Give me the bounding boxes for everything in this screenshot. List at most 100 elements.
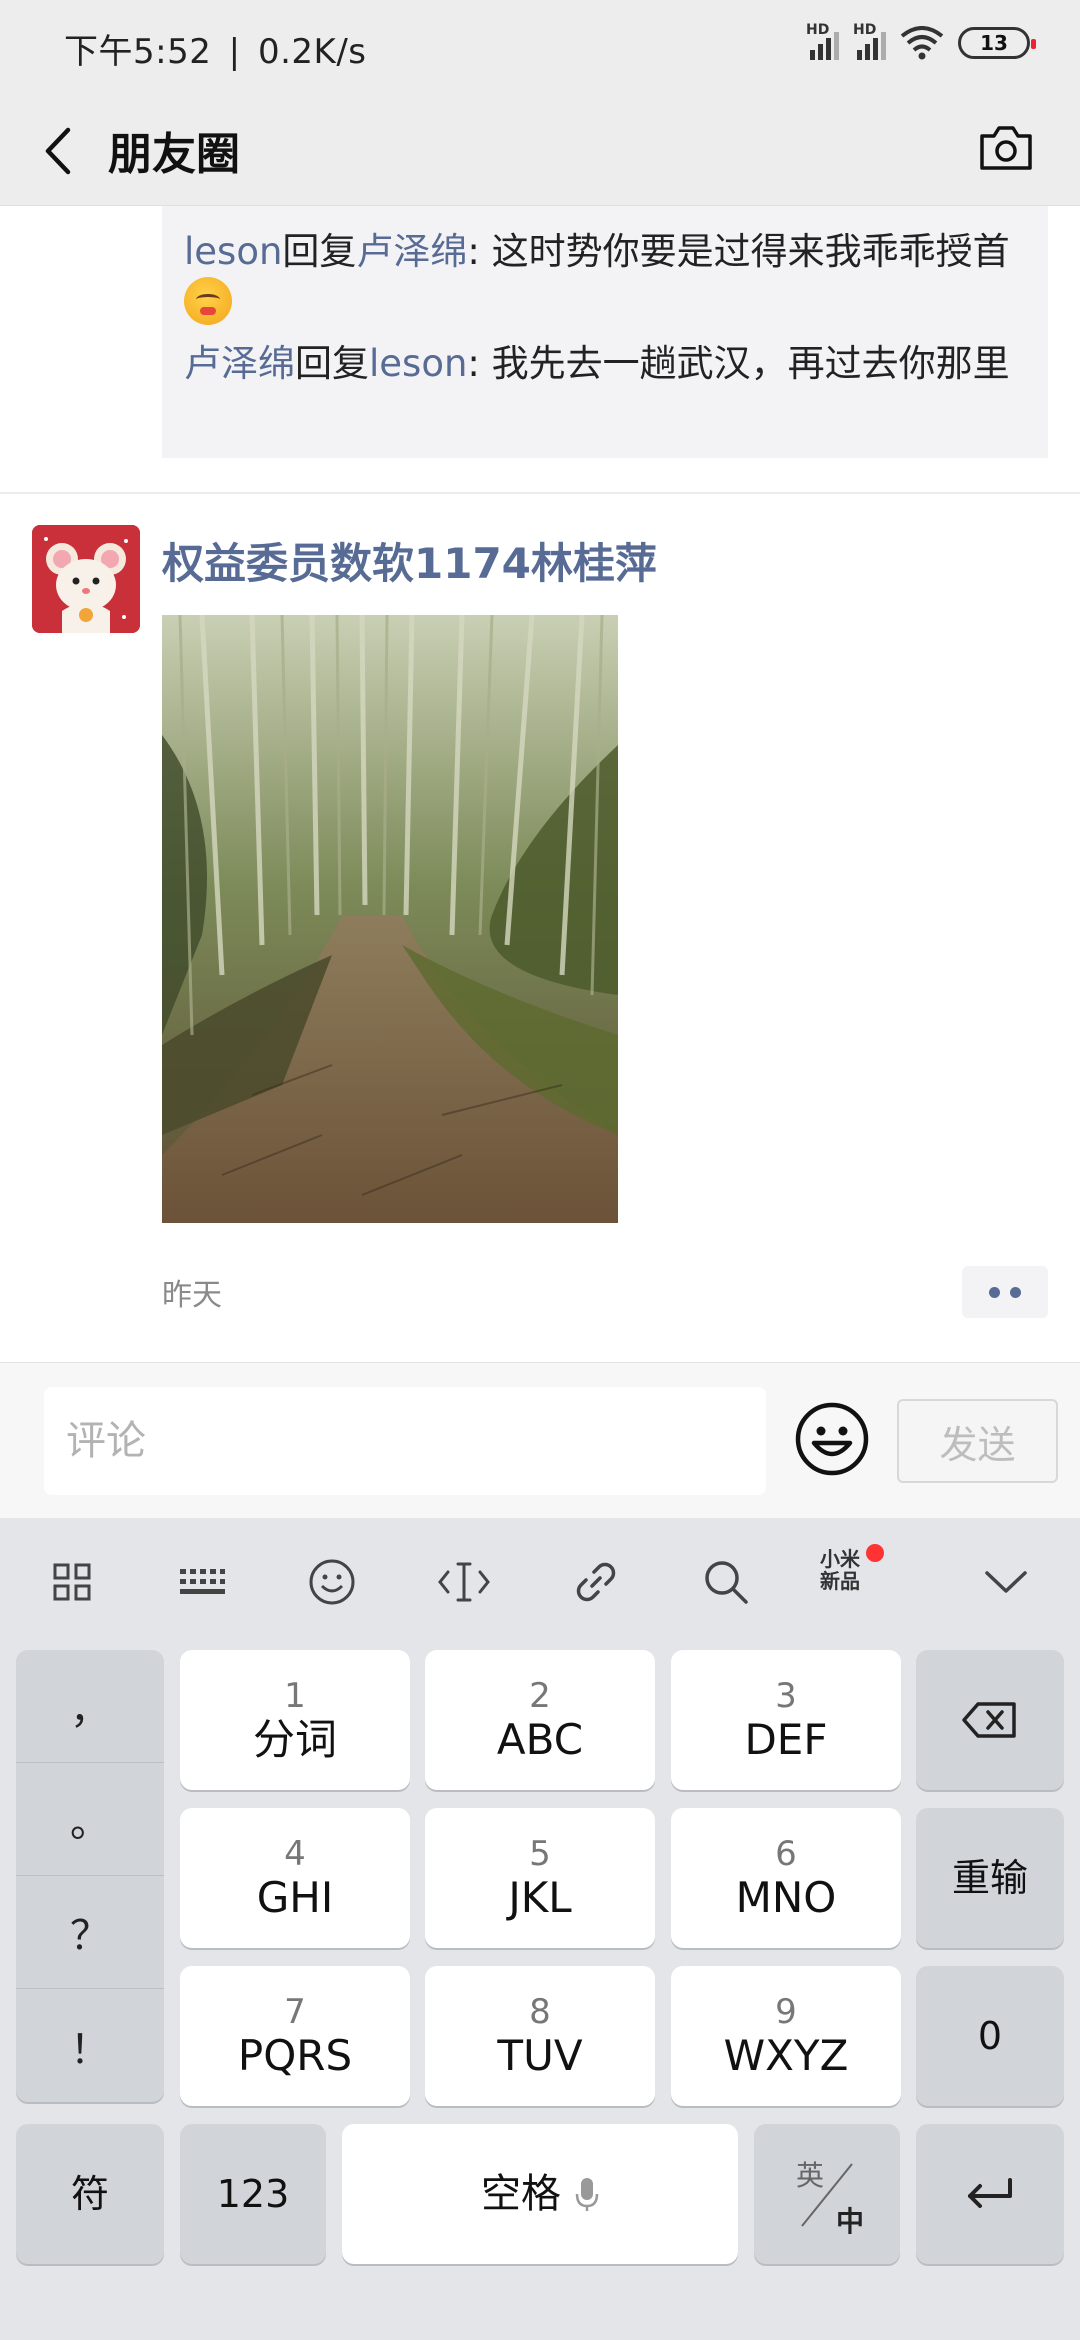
punctuation-column: ， 。 ？ ！: [16, 1650, 164, 2102]
nav-bar: 朋友圈: [0, 96, 1080, 206]
key-number: 8: [529, 1992, 551, 2032]
key-number: 4: [284, 1834, 306, 1874]
punct-key[interactable]: ，: [16, 1650, 164, 1763]
comment-input[interactable]: [44, 1387, 766, 1495]
comments-box: leson回复卢泽绵: 这时势你要是过得来我乖乖授首 卢泽绵回复leson: 我…: [162, 206, 1048, 458]
keyboard-icon[interactable]: [174, 1554, 230, 1610]
camera-icon[interactable]: [976, 120, 1036, 176]
key-label: WXYZ: [723, 2031, 849, 2080]
collapse-icon[interactable]: [978, 1554, 1034, 1610]
retype-key[interactable]: 重输: [916, 1808, 1064, 1948]
signal-icon-2: HD: [853, 22, 886, 60]
numbers-key[interactable]: 123: [180, 2124, 326, 2264]
key-label: MNO: [735, 1873, 837, 1922]
page-title: 朋友圈: [108, 129, 240, 180]
comment-verb: 回复: [295, 342, 369, 385]
battery-level: 13: [980, 31, 1008, 55]
key-label: 符: [70, 2172, 109, 2216]
chevron-left-icon[interactable]: [36, 122, 86, 180]
hd-label: HD: [806, 22, 830, 38]
cursor-icon[interactable]: [436, 1554, 492, 1610]
mouse-avatar-icon: [32, 525, 140, 633]
key-2[interactable]: 2 ABC: [425, 1650, 655, 1790]
key-label: 0: [977, 2014, 1003, 2058]
post-time: 昨天: [162, 1278, 222, 1313]
comment-to[interactable]: leson: [369, 342, 467, 385]
key-label: 重输: [951, 1856, 1028, 1900]
notification-dot: [866, 1544, 884, 1562]
post-image[interactable]: [162, 615, 618, 1223]
moments-feed[interactable]: leson回复卢泽绵: 这时势你要是过得来我乖乖授首 卢泽绵回复leson: 我…: [0, 206, 1080, 1362]
key-1[interactable]: 1 分词: [180, 1650, 410, 1790]
more-actions-button[interactable]: [962, 1266, 1048, 1318]
divider: [0, 492, 1080, 494]
space-key[interactable]: 空格: [342, 2124, 738, 2264]
comment-text: : 这时势你要是过得来我乖乖授首: [467, 230, 1010, 273]
backspace-key[interactable]: [916, 1650, 1064, 1790]
link-icon[interactable]: [568, 1554, 624, 1610]
key-number: 2: [529, 1676, 551, 1716]
key-5[interactable]: 5 JKL: [425, 1808, 655, 1948]
key-7[interactable]: 7 PQRS: [180, 1966, 410, 2106]
key-label: JKL: [508, 1873, 572, 1922]
lang-bottom: 中: [836, 2205, 865, 2238]
status-left: 下午5:52 | 0.2K/s: [64, 24, 367, 73]
comment-bar: 发送: [0, 1362, 1080, 1518]
avatar[interactable]: [32, 525, 140, 633]
comment-item[interactable]: 卢泽绵回复leson: 我先去一趟武汉，再过去你那里: [184, 338, 1026, 389]
enter-key[interactable]: [916, 2124, 1064, 2264]
hd-label: HD: [853, 22, 877, 38]
comment-from[interactable]: leson: [184, 230, 282, 273]
smiley-icon[interactable]: [794, 1401, 870, 1477]
key-label: DEF: [744, 1715, 828, 1764]
comment-to[interactable]: 卢泽绵: [356, 230, 467, 273]
comment-verb: 回复: [282, 230, 357, 273]
key-number: 7: [284, 1992, 306, 2032]
key-4[interactable]: 4 GHI: [180, 1808, 410, 1948]
punct-key[interactable]: 。: [16, 1763, 164, 1876]
key-9[interactable]: 9 WXYZ: [671, 1966, 901, 2106]
dot-icon: [1010, 1286, 1021, 1298]
key-label: PQRS: [237, 2031, 353, 2080]
symbols-key[interactable]: 符: [16, 2124, 164, 2264]
key-label: TUV: [497, 2031, 583, 2080]
ime-keyboard: 小米 新品 ， 。 ？ ！ 1 分词 2 ABC 3 DEF 4 GHI 5 J…: [0, 1518, 1080, 2340]
microphone-icon: [575, 2178, 599, 2211]
dot-icon: [989, 1286, 1000, 1298]
xiaomi-line1: 小米: [820, 1547, 860, 1571]
key-label: 123: [216, 2172, 290, 2216]
status-icons: HD HD 13: [806, 22, 1036, 60]
post-author[interactable]: 权益委员数软1174林桂萍: [162, 530, 657, 591]
punct-key[interactable]: ？: [16, 1876, 164, 1989]
key-number: 3: [775, 1676, 797, 1716]
key-label: 分词: [252, 1715, 337, 1764]
smiley-icon[interactable]: [304, 1554, 360, 1610]
comment-item[interactable]: leson回复卢泽绵: 这时势你要是过得来我乖乖授首: [184, 226, 1026, 328]
comment-text: : 我先去一趟武汉，再过去你那里: [467, 342, 1010, 385]
language-switch-key[interactable]: 英 中: [754, 2124, 900, 2264]
key-label: GHI: [256, 1873, 334, 1922]
comment-from[interactable]: 卢泽绵: [184, 342, 295, 385]
key-0[interactable]: 0: [916, 1966, 1064, 2106]
status-time: 下午5:52: [64, 32, 212, 72]
key-label: 空格: [481, 2171, 561, 2217]
key-number: 5: [529, 1834, 551, 1874]
grid-icon[interactable]: [44, 1554, 100, 1610]
face-emoji-icon: [184, 277, 232, 325]
key-3[interactable]: 3 DEF: [671, 1650, 901, 1790]
status-bar: 下午5:52 | 0.2K/s HD HD 13: [0, 0, 1080, 96]
wifi-icon: [900, 26, 944, 60]
keyboard-toolbar: 小米 新品: [0, 1518, 1080, 1646]
xiaomi-new-icon[interactable]: 小米 新品: [812, 1548, 868, 1592]
send-button[interactable]: 发送: [897, 1399, 1058, 1483]
key-6[interactable]: 6 MNO: [671, 1808, 901, 1948]
search-icon[interactable]: [698, 1554, 754, 1610]
punct-key[interactable]: ！: [16, 1989, 164, 2102]
xiaomi-line2: 新品: [820, 1569, 860, 1593]
key-8[interactable]: 8 TUV: [425, 1966, 655, 2106]
backspace-icon: [962, 1702, 1016, 1738]
key-number: 1: [284, 1676, 306, 1716]
bamboo-forest-path-photo: [162, 615, 618, 1223]
battery-icon: 13: [958, 27, 1036, 59]
network-speed: 0.2K/s: [257, 32, 367, 72]
